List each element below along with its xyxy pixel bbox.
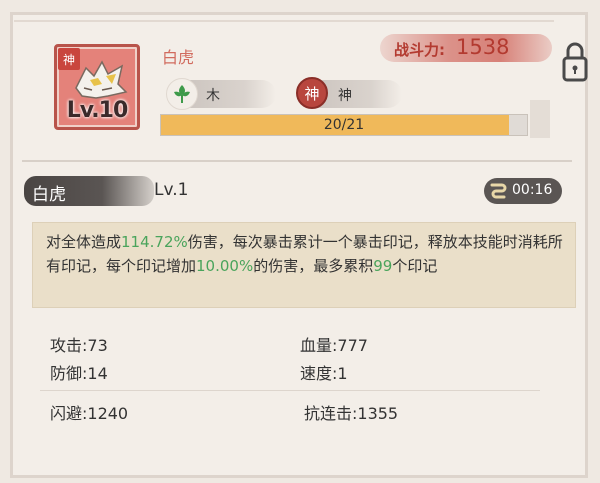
stats-divider [40,390,540,391]
lock-icon[interactable] [562,40,588,84]
card-level-text: Lv.10 [66,98,129,123]
desc-part: 对全体造成 [46,233,122,251]
experience-bar: 20/21 [160,114,528,136]
panel-top-divider [14,20,554,22]
skill-description: 对全体造成114.72%伤害，每次暴击累计一个暴击印记，释放本技能时消耗所有印记… [46,230,566,278]
stat-defense: 防御:14 [50,364,108,383]
skill-name: 白虎 [32,185,66,205]
wood-leaf-icon [166,78,198,110]
divine-emblem-glyph: 神 [304,84,320,103]
stat-attack: 攻击:73 [50,336,108,355]
side-strip [530,100,550,138]
skill-level: Lv.1 [154,180,189,200]
element-attribute-label: 木 [206,88,220,104]
white-tiger-art-icon [75,60,128,99]
stat-speed: 速度:1 [300,364,348,383]
desc-max-stack-value: 99 [373,257,393,275]
stat-anti-combo: 抗连击:1355 [304,404,399,423]
desc-part: 的伤害，最多累积 [253,257,374,275]
experience-text: 20/21 [323,117,365,133]
desc-bonus-value: 10.00% [196,257,254,275]
divine-emblem-icon: 神 [296,77,328,109]
combat-power-value: 1538 [456,35,510,59]
desc-damage-value: 114.72% [121,233,188,251]
cooldown-text: 00:16 [512,182,553,198]
scroll-icon [490,183,507,199]
desc-part: 个印记 [392,257,438,275]
hero-name: 白虎 [162,48,195,67]
stat-hp: 血量:777 [300,336,368,355]
section-divider [22,160,572,162]
class-attribute-label: 神 [338,88,352,104]
combat-power-label: 战斗力: [394,41,445,59]
stat-dodge: 闪避:1240 [50,404,129,423]
